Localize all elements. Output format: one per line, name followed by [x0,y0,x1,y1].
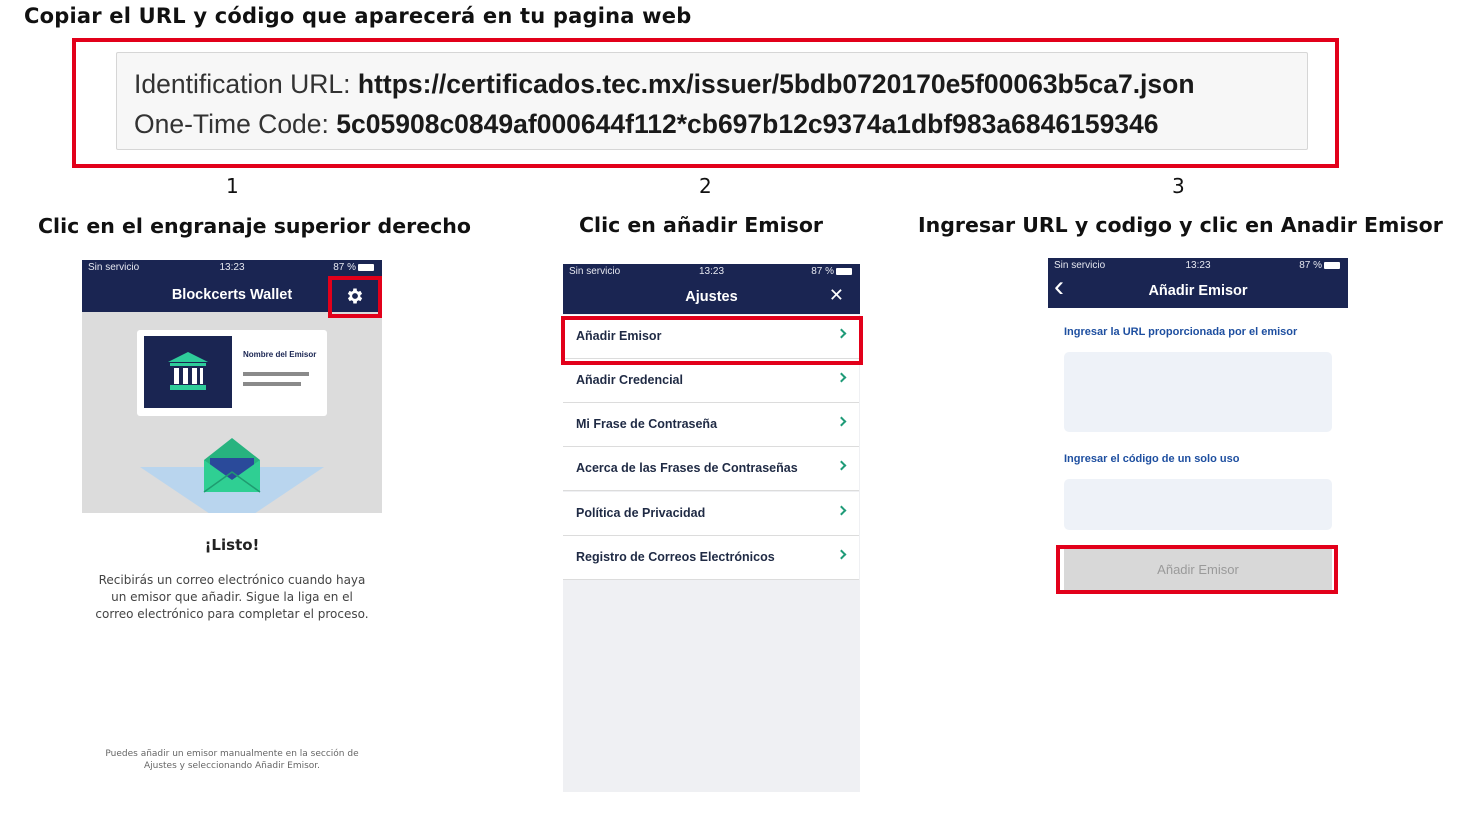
one-time-code-label: Ingresar el código de un solo uso [1064,453,1240,465]
menu-item-add-credential[interactable]: Añadir Credencial [563,359,859,403]
screen-2-navbar: Sin servicio 13:23 87 % Ajustes ✕ [563,264,860,314]
menu-item-label: Mi Frase de Contraseña [576,417,718,431]
menu-item-label: Política de Privacidad [576,506,706,520]
step-title-3: Ingresar URL y codigo y clic en Anadir E… [918,213,1443,237]
ready-body: Recibirás un correo electrónico cuando h… [95,573,369,621]
bank-icon-tile [144,336,232,408]
menu-item-label: Registro de Correos Electrónicos [576,550,775,564]
one-time-code-input[interactable] [1064,479,1332,530]
status-bar: Sin servicio 13:23 87 % [1048,260,1348,272]
battery-text: 87 % [1299,260,1322,271]
menu-item-label: Añadir Credencial [576,373,683,387]
menu-item-email-log[interactable]: Registro de Correos Electrónicos [563,536,859,580]
chevron-right-icon [836,372,847,383]
chevron-right-icon [836,505,847,516]
menu-item-passphrase[interactable]: Mi Frase de Contraseña [563,403,859,447]
menu-item-about-passphrases[interactable]: Acerca de las Frases de Contraseñas [563,447,859,491]
status-bar: Sin servicio 13:23 87 % [563,266,860,278]
chevron-right-icon [836,416,847,427]
envelope-icon [203,438,261,493]
chevron-right-icon [836,549,847,560]
one-time-code-value[interactable]: 5c05908c0849af000644f112*cb697b12c9374a1… [336,109,1158,139]
card-line-1 [243,372,309,376]
card-issuer-name: Nombre del Emisor [243,350,317,359]
envelope-illustration: Nombre del Emisor [82,312,382,513]
battery-icon [1324,261,1340,269]
issuer-url-input[interactable] [1064,352,1332,432]
identification-url-line: Identification URL: https://certificados… [134,65,1291,105]
card-line-2 [243,382,301,386]
menu-item-label: Acerca de las Frases de Contraseñas [576,461,798,475]
issuer-url-label: Ingresar la URL proporcionada por el emi… [1064,326,1298,338]
identification-url-label: Identification URL: [134,69,351,99]
gear-highlight-box [328,276,382,318]
issuer-card: Nombre del Emisor [137,330,327,416]
add-issuer-button-highlight-box [1056,545,1338,594]
step-title-1: Clic en el engranaje superior derecho [38,214,471,238]
battery-icon [358,263,374,271]
one-time-code-label: One-Time Code: [134,109,329,139]
step-number-1: 1 [226,174,239,198]
identification-url-value[interactable]: https://certificados.tec.mx/issuer/5bdb0… [358,69,1195,99]
step-title-2: Clic en añadir Emisor [579,213,824,237]
one-time-code-line: One-Time Code: 5c05908c0849af000644f112*… [134,105,1291,145]
ready-title: ¡Listo! [204,536,260,554]
chevron-right-icon [836,460,847,471]
menu-item-privacy-policy[interactable]: Política de Privacidad [563,492,859,536]
bank-icon [168,352,208,390]
screen-3-navbar: Sin servicio 13:23 87 % ‹ Añadir Emisor [1048,258,1348,308]
screen-3-title: Añadir Emisor [1148,283,1248,299]
battery-indicator: 87 % [333,262,374,273]
step-number-3: 3 [1172,174,1185,198]
url-code-panel: Identification URL: https://certificados… [116,52,1308,150]
battery-text: 87 % [811,266,834,277]
step-number-2: 2 [699,174,712,198]
battery-indicator: 87 % [811,266,852,277]
battery-text: 87 % [333,262,356,273]
battery-icon [836,267,852,275]
close-icon[interactable]: ✕ [829,285,844,306]
manual-add-note: Puedes añadir un emisor manualmente en l… [105,749,359,771]
status-bar: Sin servicio 13:23 87 % [82,262,382,274]
screen-1-wallet-home: Sin servicio 13:23 87 % Blockcerts Walle… [82,260,382,790]
battery-indicator: 87 % [1299,260,1340,271]
page-title: Copiar el URL y código que aparecerá en … [24,4,692,28]
add-issuer-highlight-box [561,316,863,365]
screen-2-title: Ajustes [685,289,738,305]
